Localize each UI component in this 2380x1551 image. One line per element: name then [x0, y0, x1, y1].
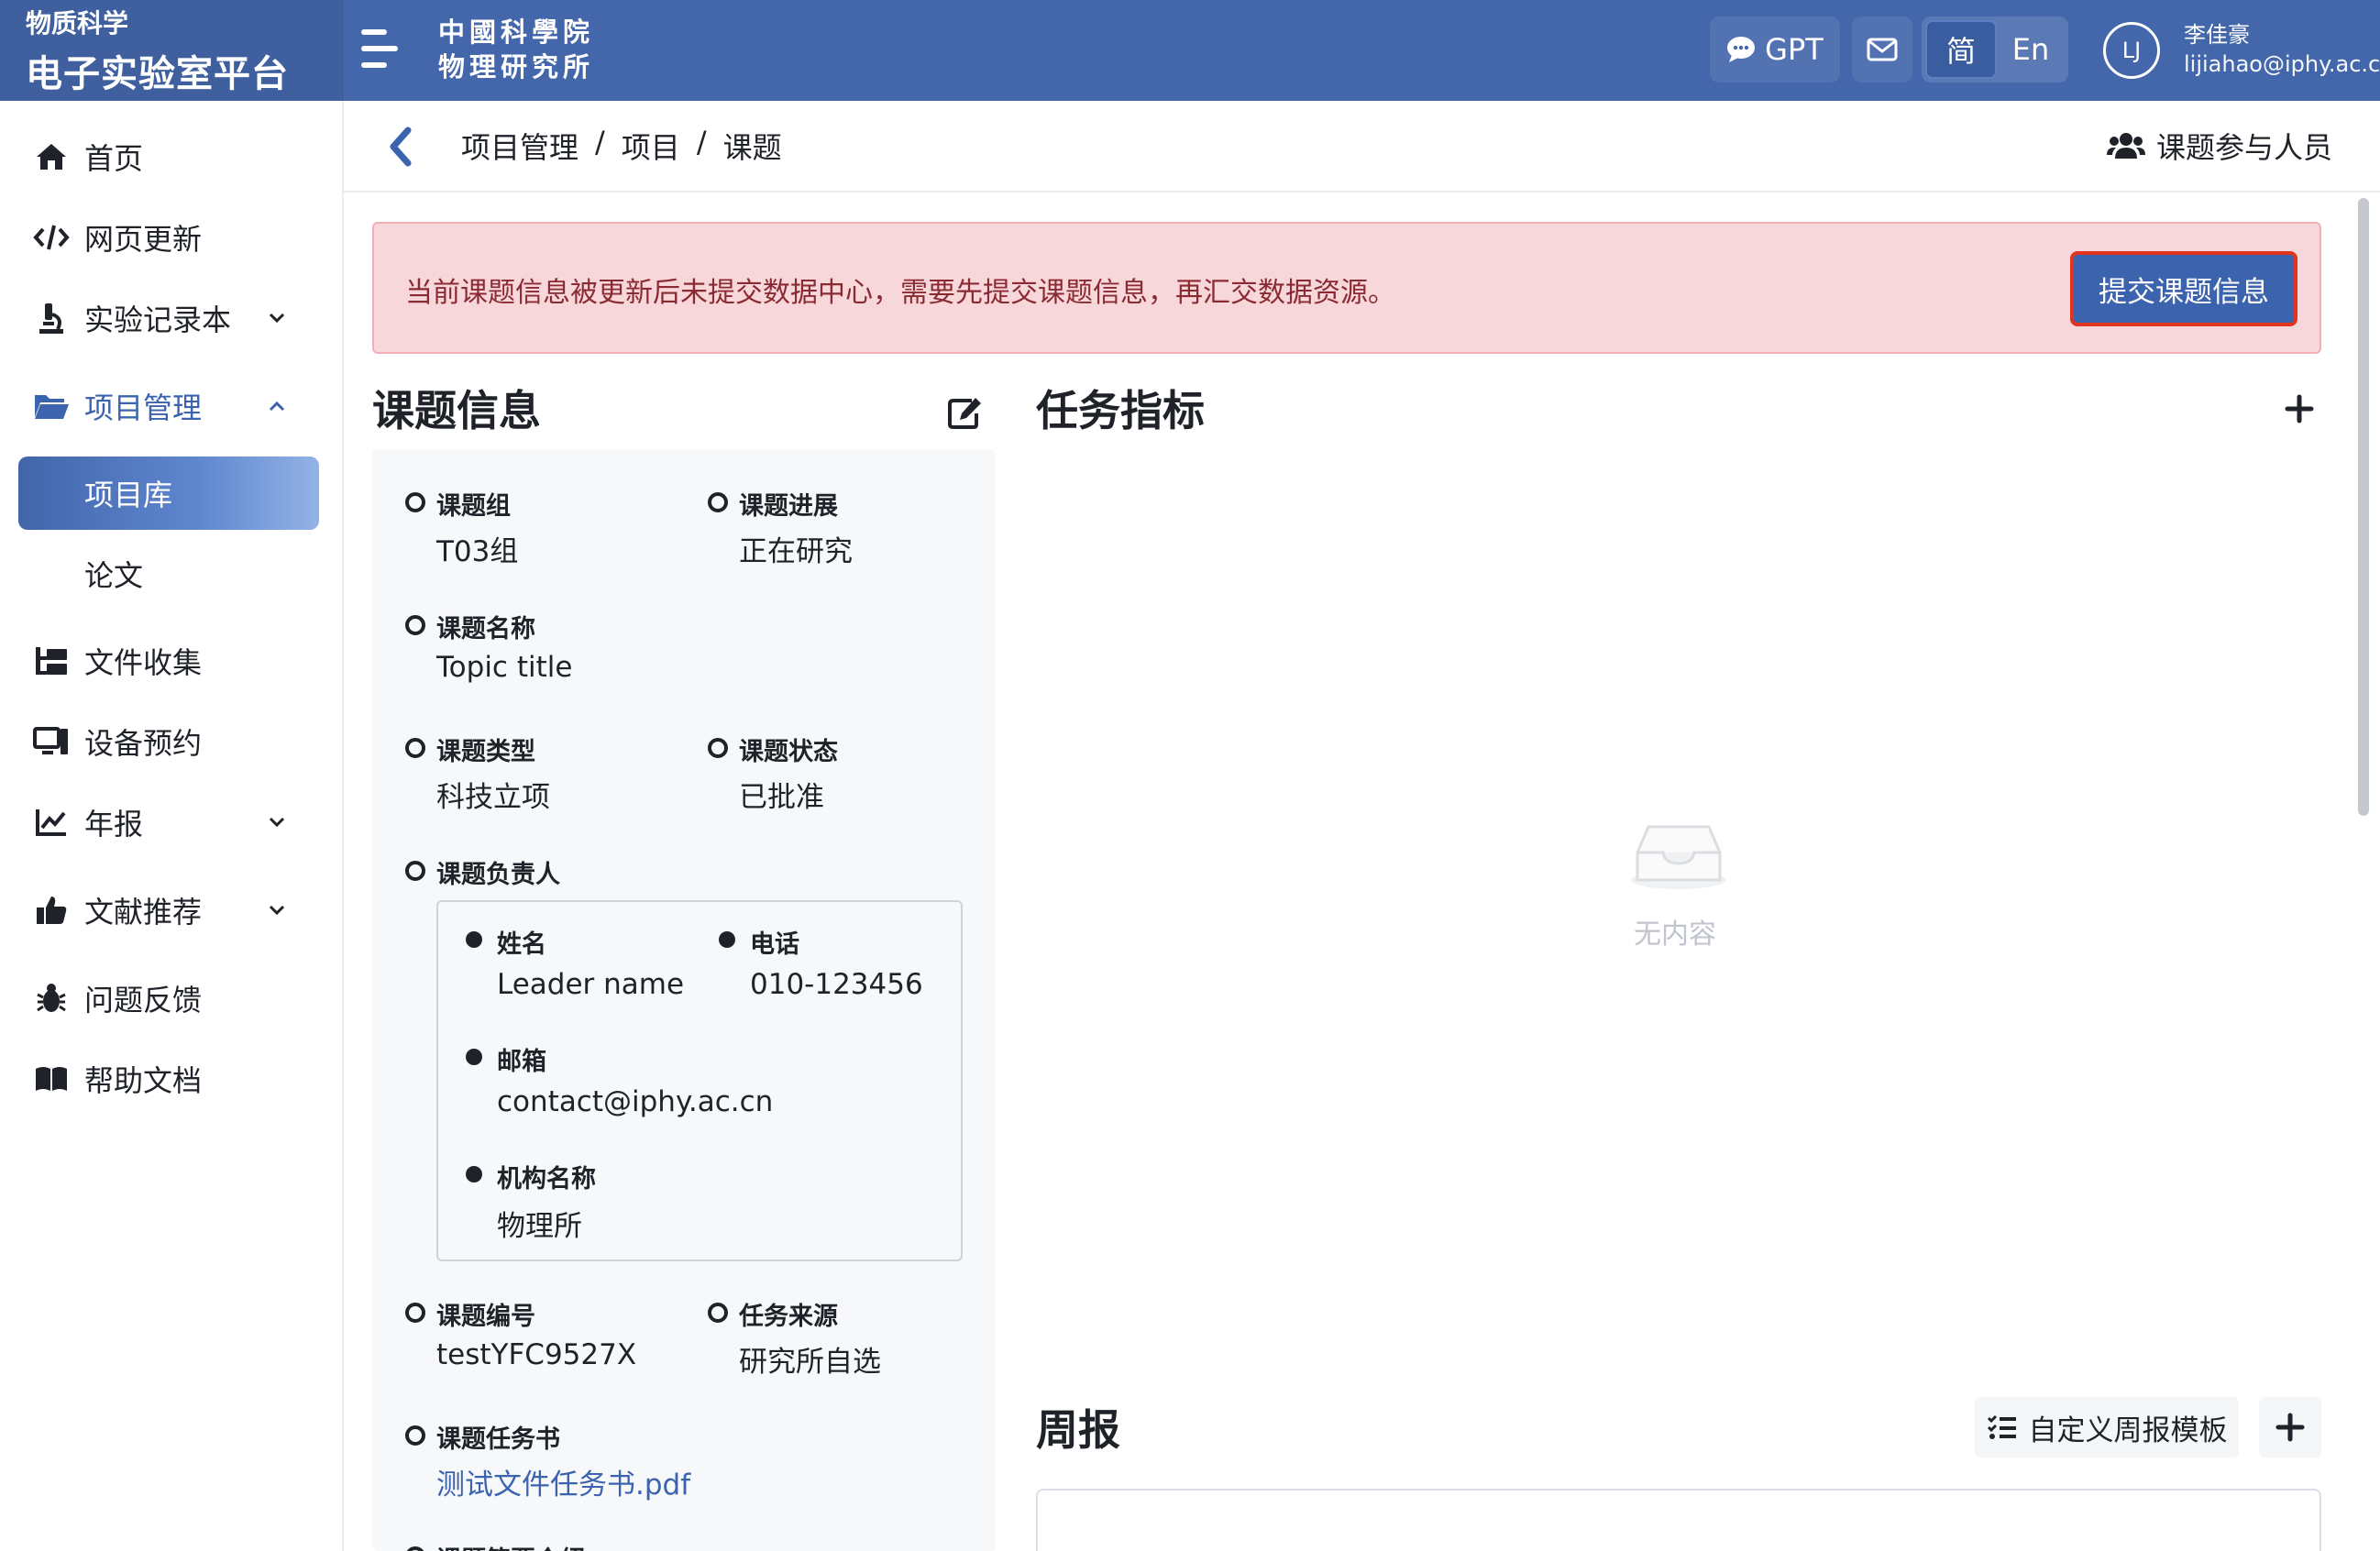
- brand-logo[interactable]: 物质科学 电子实验室平台: [0, 0, 344, 101]
- sidebar-item-home[interactable]: 首页: [0, 125, 344, 189]
- bug-icon: [33, 980, 70, 1017]
- sidebar-item-file-collection[interactable]: 文件收集: [0, 629, 344, 693]
- chevron-down-icon: [264, 305, 290, 331]
- sidebar-item-annual-report[interactable]: 年报: [0, 790, 344, 854]
- folder-tree-icon: [33, 643, 70, 679]
- top-bar: 物质科学 电子实验室平台 中國科學院 物理研究所 GPT 简 En LJ 李佳豪…: [0, 0, 2380, 101]
- envelope-icon: [1867, 38, 1898, 61]
- thumbs-up-icon: [33, 892, 70, 929]
- breadcrumb-topic: 课题: [722, 130, 782, 165]
- add-weekly-report-icon[interactable]: [2259, 1397, 2321, 1458]
- sidebar-item-project-management[interactable]: 项目管理: [0, 374, 344, 438]
- sidebar-item-web-update[interactable]: 网页更新: [0, 205, 344, 270]
- sidebar-item-feedback[interactable]: 问题反馈: [0, 966, 344, 1030]
- list-check-icon: [1987, 1414, 2016, 1439]
- user-name[interactable]: 李佳豪: [2184, 16, 2250, 49]
- empty-text: 无内容: [1634, 918, 1716, 951]
- desktop-icon: [33, 723, 70, 760]
- chat-bubble-icon: [1727, 37, 1756, 62]
- microscope-icon: [33, 300, 70, 336]
- brand-title: 电子实验室平台: [26, 53, 289, 95]
- breadcrumb: 项目管理 / 项目 / 课题: [461, 125, 782, 167]
- weekly-report-list: [1036, 1489, 2321, 1551]
- task-book-link[interactable]: 测试文件任务书.pdf: [436, 1461, 690, 1502]
- chevron-down-icon: [264, 809, 290, 835]
- leader-details-box: 姓名 Leader name 电话 010-123456 邮箱 contact@…: [436, 900, 963, 1261]
- alert-message: 当前课题信息被更新后未提交数据中心，需要先提交课题信息，再汇交数据资源。: [405, 277, 1395, 309]
- brand-subtitle: 物质科学: [26, 8, 129, 38]
- user-email: lijiahao@iphy.ac.cn: [2184, 51, 2380, 77]
- sidebar-item-papers[interactable]: 论文: [18, 537, 319, 610]
- institute-logo: 中國科學院 物理研究所: [438, 16, 595, 82]
- chevron-up-icon: [264, 393, 290, 419]
- topic-members-button[interactable]: 课题参与人员: [2106, 125, 2332, 167]
- language-switch: 简 En: [1922, 16, 2068, 82]
- sidebar-item-help-docs[interactable]: 帮助文档: [0, 1047, 344, 1111]
- book-open-icon: [33, 1061, 70, 1097]
- back-arrow-icon[interactable]: [384, 125, 421, 169]
- sidebar-item-literature[interactable]: 文献推荐: [0, 878, 344, 942]
- users-icon: [2106, 133, 2145, 159]
- scrollbar-thumb[interactable]: [2358, 198, 2369, 816]
- breadcrumb-separator: /: [595, 125, 605, 160]
- breadcrumb-separator: /: [696, 125, 707, 160]
- task-targets-title: 任务指标: [1036, 386, 1205, 435]
- add-task-target-icon[interactable]: [2279, 389, 2319, 429]
- topic-info-panel: 课题组 T03组 课题进展 正在研究 课题名称 Topic title 课题类型…: [372, 449, 996, 1551]
- edit-icon[interactable]: [944, 392, 985, 433]
- lang-en-button[interactable]: En: [1997, 20, 2065, 79]
- code-icon: [33, 219, 70, 256]
- mail-button[interactable]: [1852, 16, 1912, 82]
- breadcrumb-project[interactable]: 项目: [622, 125, 680, 167]
- breadcrumb-bar: 项目管理 / 项目 / 课题 课题参与人员: [344, 101, 2380, 192]
- menu-toggle-icon[interactable]: [358, 26, 405, 73]
- weekly-report-title: 周报: [1036, 1405, 1120, 1455]
- user-avatar[interactable]: LJ: [2103, 22, 2160, 79]
- submit-topic-info-button[interactable]: 提交课题信息: [2070, 251, 2297, 326]
- sidebar: 首页 网页更新 实验记录本 项目管理 项目库 论文 文件收集 设备预约 年报 文…: [0, 101, 344, 1551]
- sidebar-item-lab-notebook[interactable]: 实验记录本: [0, 286, 344, 350]
- sidebar-item-device-booking[interactable]: 设备预约: [0, 710, 344, 774]
- chevron-down-icon: [264, 897, 290, 923]
- topic-info-title: 课题信息: [372, 386, 541, 435]
- alert-banner: 当前课题信息被更新后未提交数据中心，需要先提交课题信息，再汇交数据资源。 提交课…: [372, 222, 2321, 354]
- home-icon: [33, 138, 70, 175]
- breadcrumb-project-management[interactable]: 项目管理: [461, 125, 578, 167]
- gpt-button[interactable]: GPT: [1710, 16, 1840, 82]
- line-chart-icon: [33, 804, 70, 841]
- custom-weekly-template-button[interactable]: 自定义周报模板: [1975, 1397, 2239, 1458]
- folder-open-icon: [33, 388, 70, 424]
- lang-zh-button[interactable]: 简: [1925, 20, 1997, 79]
- empty-inbox-icon: [1628, 816, 1729, 895]
- sidebar-item-project-library[interactable]: 项目库: [18, 456, 319, 530]
